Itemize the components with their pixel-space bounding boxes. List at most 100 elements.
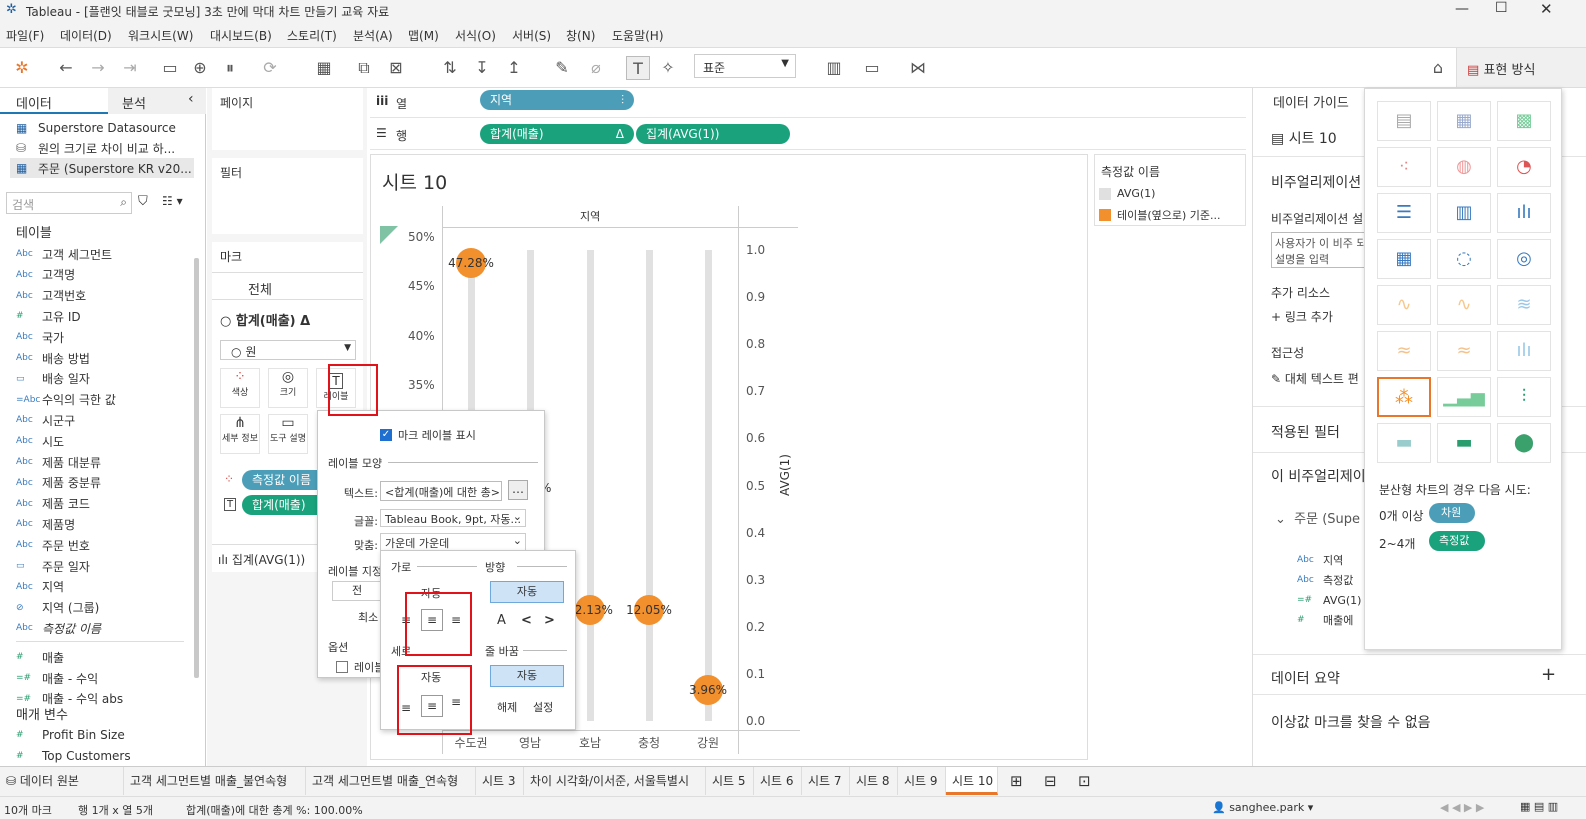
presentation-icon[interactable]: ▭ — [860, 56, 884, 80]
side-by-side-bar-icon[interactable]: ılı — [1497, 193, 1551, 233]
fit-select[interactable]: 표준 ▼ — [694, 54, 796, 78]
legend-item[interactable]: AVG(1) — [1099, 187, 1155, 200]
nav-icons[interactable]: ◀ ◀ ▶ ▶ — [1440, 801, 1484, 814]
new-sheet-icon[interactable]: ⊞ — [1010, 772, 1023, 790]
menu-worksheet[interactable]: 워크시트(W) — [128, 27, 193, 44]
wrap-on[interactable]: 설정 — [533, 699, 553, 715]
field-item[interactable]: Abc 고객명 — [16, 265, 75, 285]
field-item[interactable]: Abc 제품 대분류 — [16, 452, 101, 472]
avg-bar[interactable] — [705, 250, 712, 721]
histogram-icon[interactable]: ▁▃▅ — [1437, 377, 1491, 417]
field-item[interactable]: Abc 주문 번호 — [16, 535, 90, 555]
menu-help[interactable]: 도움말(H) — [612, 27, 664, 44]
pause-update-icon[interactable]: ⏸ — [218, 56, 242, 80]
wrap-auto-button[interactable]: 자동 — [490, 665, 564, 687]
pie-chart-icon[interactable]: ◔ — [1497, 147, 1551, 187]
min-label[interactable]: 최소 — [358, 609, 378, 625]
new-worksheet-icon[interactable]: ▦ — [312, 56, 336, 80]
field-item[interactable]: Abc 제품명 — [16, 514, 75, 534]
tab-data[interactable]: 데이터 — [0, 88, 108, 114]
field-item[interactable]: ▭ 배송 일자 — [16, 369, 90, 389]
mark-type-select[interactable]: ○ 원 ▼ — [220, 340, 356, 360]
duplicate-icon[interactable]: ⧉ — [352, 56, 376, 80]
detail-button[interactable]: ⋔ 세부 정보 — [220, 414, 260, 454]
source-item[interactable]: ⌄ 주문 (Supe — [1275, 508, 1360, 527]
field-item[interactable]: Abc 고객번호 — [16, 286, 86, 306]
sheet-tab[interactable]: 시트 9 — [898, 767, 946, 795]
color-button[interactable]: ⁘ 색상 — [220, 368, 260, 408]
field-item[interactable]: =Abc 수익의 극한 값 — [16, 390, 116, 410]
field-item[interactable]: # 고유 ID — [16, 306, 81, 326]
search-input[interactable]: 검색 ⌕ — [6, 192, 132, 214]
legend-item[interactable]: 테이블(옆으로) 기준... — [1099, 207, 1221, 223]
line-continuous-icon[interactable]: ∿ — [1377, 285, 1431, 325]
field-item[interactable]: =# 매출 - 수익 — [16, 668, 98, 688]
refresh-icon[interactable]: ⟳ — [258, 56, 282, 80]
replay-icon[interactable]: ⇥ — [118, 56, 142, 80]
new-story-icon[interactable]: ⊡ — [1078, 772, 1091, 790]
field-item[interactable]: Abc 국가 — [16, 327, 64, 347]
wrap-off[interactable]: 해제 — [497, 699, 517, 715]
heat-map-icon[interactable]: ▦ — [1437, 101, 1491, 141]
show-labels-checkbox[interactable]: ✓ 마크 레이블 표시 — [380, 427, 476, 443]
chart-icon[interactable]: ▥ — [822, 56, 846, 80]
symbol-map-icon[interactable]: ⁖ — [1377, 147, 1431, 187]
avg-bar[interactable] — [646, 250, 653, 721]
field-item[interactable]: # 매출 — [16, 647, 64, 667]
tableau-icon[interactable]: ✲ — [10, 56, 34, 80]
field-item[interactable]: =# 매출 - 수익 abs — [16, 689, 123, 709]
pin-icon[interactable]: ✧ — [656, 56, 680, 80]
options-checkbox[interactable]: 레이블 — [336, 659, 384, 675]
packed-bubbles-icon[interactable]: ⬤ — [1497, 423, 1551, 463]
gantt-icon[interactable]: ▬ — [1377, 423, 1431, 463]
more-button[interactable]: … — [508, 480, 528, 500]
tab-datasource[interactable]: ⛁ 데이터 원본 — [0, 767, 124, 795]
row-pill-avg[interactable]: 집계(AVG(1)) — [636, 124, 790, 144]
param-item[interactable]: # Profit Bin Size — [16, 725, 125, 745]
close-button[interactable]: ✕ — [1540, 0, 1553, 18]
menu-format[interactable]: 서식(O) — [455, 27, 496, 44]
horizontal-bar-icon[interactable]: ☰ — [1377, 193, 1431, 233]
sheet-tab[interactable]: 시트 7 — [802, 767, 850, 795]
add-link-button[interactable]: + 링크 추가 — [1271, 308, 1333, 325]
alt-text-button[interactable]: ✎ 대체 텍스트 편 — [1271, 370, 1359, 387]
minimize-button[interactable]: — — [1455, 1, 1469, 17]
area-discrete-icon[interactable]: ≈ — [1437, 331, 1491, 371]
sheet-tab[interactable]: 시트 3 — [476, 767, 524, 795]
clear-sheet-icon[interactable]: ⊠ — [384, 56, 408, 80]
field-item[interactable]: Abc 시군구 — [16, 410, 75, 430]
font-select[interactable]: Tableau Book, 9pt, 자동... ⌄ — [380, 509, 526, 527]
sheet-tab[interactable]: 시트 6 — [754, 767, 802, 795]
align-select[interactable]: 가운데 가운데 ⌄ — [380, 533, 526, 551]
dual-line-icon[interactable]: ≋ — [1497, 285, 1551, 325]
sort-asc-icon[interactable]: ↧ — [470, 56, 494, 80]
swap-icon[interactable]: ⇅ — [438, 56, 462, 80]
field-item[interactable]: Abc 시도 — [16, 431, 64, 451]
size-button[interactable]: ◎ 크기 — [268, 368, 308, 408]
area-continuous-icon[interactable]: ≈ — [1377, 331, 1431, 371]
sheet-tab[interactable]: 시트 8 — [850, 767, 898, 795]
bullet-graph-icon[interactable]: ▬ — [1437, 423, 1491, 463]
maximize-button[interactable]: ☐ — [1495, 0, 1508, 16]
collapse-icon[interactable]: ‹ — [188, 91, 194, 107]
highlight-table-icon[interactable]: ▩ — [1497, 101, 1551, 141]
menu-map[interactable]: 맵(M) — [408, 27, 439, 44]
sheet-tab[interactable]: 고객 세그먼트별 매출_불연속형 — [124, 767, 306, 795]
field-item[interactable]: Abc 고객 세그먼트 — [16, 244, 112, 264]
highlight-icon[interactable]: ✎ — [550, 56, 574, 80]
scatter-plot-icon[interactable]: ⁂ — [1377, 377, 1431, 417]
direction-down-icon[interactable]: < — [544, 613, 555, 628]
direction-auto-button[interactable]: 자동 — [490, 581, 564, 603]
menu-file[interactable]: 파일(F) — [6, 27, 44, 44]
menu-dashboard[interactable]: 대시보드(B) — [210, 27, 272, 44]
group-icon[interactable]: ⌀ — [584, 56, 608, 80]
column-pill-region[interactable]: 지역 ⫶ — [480, 90, 634, 110]
line-discrete-icon[interactable]: ∿ — [1437, 285, 1491, 325]
menu-story[interactable]: 스토리(T) — [287, 27, 337, 44]
text-table-icon[interactable]: ▤ — [1377, 101, 1431, 141]
show-labels-icon[interactable]: T — [626, 56, 650, 80]
param-item[interactable]: # Top Customers — [16, 746, 131, 766]
expand-icon[interactable]: + — [1541, 664, 1556, 685]
menu-analysis[interactable]: 분석(A) — [353, 27, 393, 44]
direction-up-icon[interactable]: < — [521, 613, 532, 628]
